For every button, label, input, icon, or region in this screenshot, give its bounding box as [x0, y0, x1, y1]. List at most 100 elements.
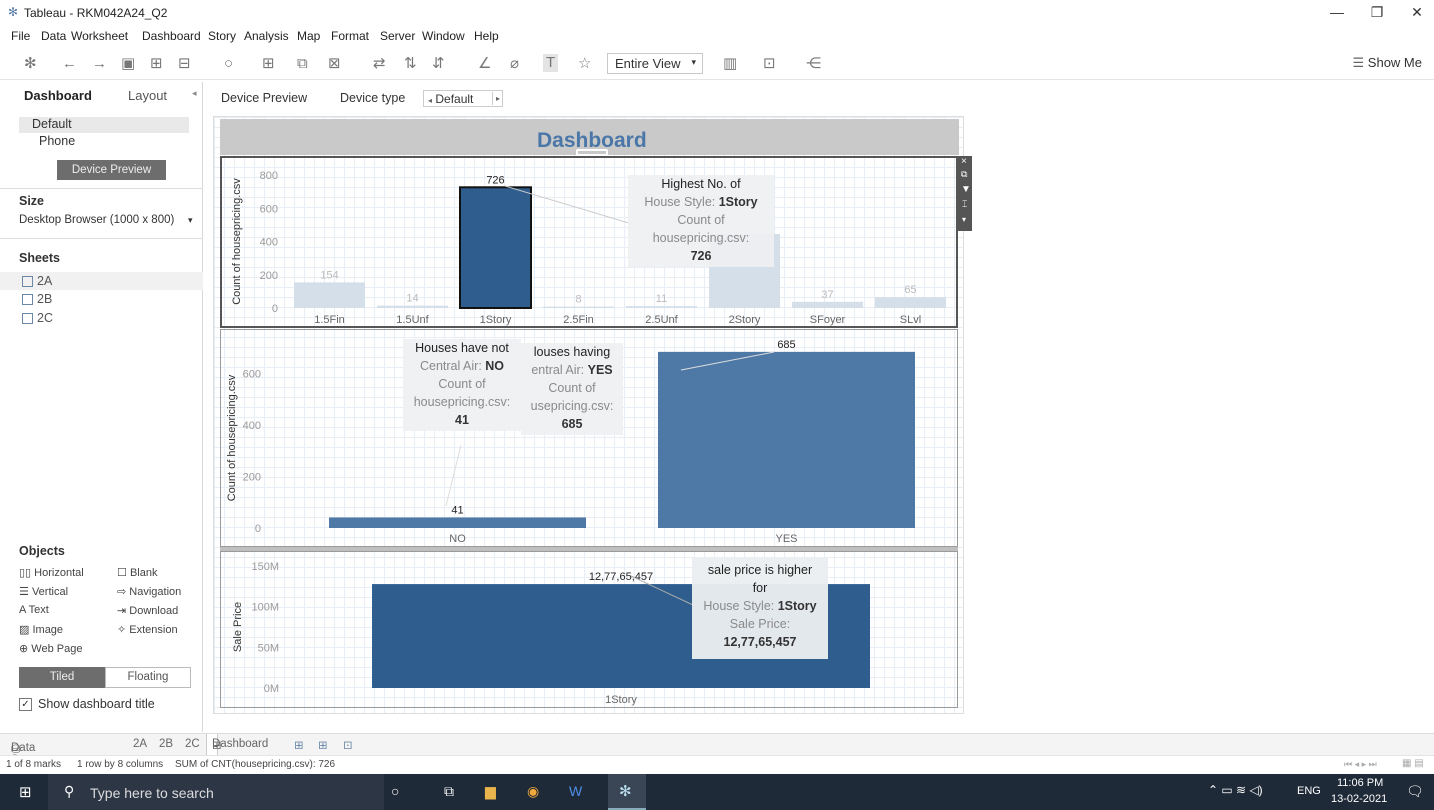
device-preview-button[interactable]: Device Preview [57, 160, 166, 180]
save-icon[interactable]: ▣ [121, 55, 135, 73]
tab-2c[interactable]: 2C [185, 738, 200, 750]
object-blank[interactable]: ☐ Blank [117, 566, 157, 579]
object-web-page[interactable]: ⊕ Web Page [19, 642, 82, 655]
tab-2b[interactable]: 2B [159, 738, 173, 750]
object-vertical[interactable]: ☰ Vertical [19, 585, 68, 598]
windows-start-icon[interactable]: ⊞ [19, 783, 32, 801]
tab-layout[interactable]: Layout [128, 88, 167, 103]
popout-icon[interactable]: ⧉ [961, 169, 967, 180]
show-title-checkbox[interactable]: ✓ [19, 698, 32, 711]
duplicate-sheet-icon[interactable]: ⧉ [297, 55, 308, 73]
fit-dropdown[interactable]: Entire View ▾ [607, 53, 703, 74]
taskbar-search-box[interactable]: ⚲ Type here to search [48, 774, 384, 810]
refresh-icon[interactable]: ○ [224, 55, 233, 73]
notification-icon[interactable]: 🗨 [1406, 783, 1424, 800]
undo-icon[interactable]: ← [62, 55, 77, 73]
menu-dashboard[interactable]: Dashboard [142, 29, 201, 43]
sheet-2c-panel[interactable]: Sale Price 150M 100M 50M 0M 1Story 12,77,65,45… [220, 551, 958, 708]
menu-analysis[interactable]: Analysis [244, 29, 289, 43]
tab-dashboard[interactable]: Dashboard [24, 88, 92, 103]
pane-collapse-icon[interactable]: ◂ [192, 88, 197, 99]
object-image[interactable]: ▨ Image [19, 623, 63, 636]
data-label: 8 [575, 294, 581, 306]
minimize-button[interactable]: — [1322, 4, 1352, 24]
group-icon[interactable]: ⌀ [510, 55, 519, 73]
tab-dashboard-active[interactable]: ⊞ Dashboard [206, 734, 268, 755]
show-me-button[interactable]: ☰ Show Me [1353, 55, 1422, 71]
object-download[interactable]: ⇥ Download [117, 604, 178, 617]
close-icon[interactable]: × [961, 156, 967, 167]
size-dropdown[interactable]: Desktop Browser (1000 x 800) [19, 214, 174, 226]
device-type-selector[interactable]: ◂ Default ▸ [423, 90, 503, 107]
device-phone-item[interactable]: Phone [39, 134, 75, 148]
sheet-item-2a[interactable]: 2A [0, 272, 203, 290]
sort-ascending-icon[interactable]: ⇅ [404, 55, 417, 73]
chevron-down-icon[interactable]: ▾ [962, 215, 966, 224]
sheet-item-2c[interactable]: 2C [22, 311, 53, 325]
pin-icon[interactable]: ⌶ [962, 199, 967, 210]
clear-sheet-icon[interactable]: ⊠ [328, 55, 341, 73]
new-worksheet-icon[interactable]: ⊞ [294, 738, 304, 752]
menu-data[interactable]: Data [41, 29, 66, 43]
menu-window[interactable]: Window [422, 29, 465, 43]
task-view-icon[interactable]: ⧉ [444, 783, 454, 800]
grid-view-icon[interactable]: ▦ ▤ [1402, 758, 1424, 769]
menu-worksheet[interactable]: Worksheet [71, 29, 128, 43]
menu-format[interactable]: Format [331, 29, 369, 43]
navigation-icon: ⇨ [117, 586, 127, 598]
resize-handle[interactable] [576, 149, 608, 156]
file-explorer-icon[interactable]: ▆ [485, 783, 496, 800]
clock-time[interactable]: 11:06 PM [1337, 777, 1383, 789]
maximize-button[interactable]: ❐ [1362, 4, 1392, 24]
object-label: Blank [129, 567, 158, 579]
presentation-mode-icon[interactable]: ⊡ [763, 55, 776, 73]
menu-server[interactable]: Server [380, 29, 415, 43]
show-cards-icon[interactable]: ▥ [723, 55, 737, 73]
menu-story[interactable]: Story [208, 29, 236, 43]
object-text[interactable]: A Text [19, 604, 49, 616]
annotation-line: Count of [548, 381, 596, 395]
swap-axes-icon[interactable]: ⇄ [373, 55, 386, 73]
new-worksheet-icon[interactable]: ⊞ [262, 55, 275, 73]
add-data-source-icon[interactable]: ⊞ [150, 55, 163, 73]
highlight-icon[interactable]: ∠ [478, 55, 491, 73]
tab-2a[interactable]: 2A [133, 738, 147, 750]
page-navigation-icon[interactable]: ⏮ ◂ ▸ ⏭ [1344, 759, 1377, 770]
menu-help[interactable]: Help [474, 29, 499, 43]
y-tick-label: 100M [251, 602, 279, 614]
sheet-item-2b[interactable]: 2B [22, 292, 52, 306]
language-indicator[interactable]: ENG [1297, 785, 1321, 797]
new-story-icon[interactable]: ⊡ [343, 738, 353, 752]
clock-date[interactable]: 13-02-2021 [1331, 793, 1387, 805]
redo-icon[interactable]: → [92, 55, 107, 73]
chrome-icon[interactable]: ◉ [527, 783, 539, 800]
panel-controls: × ⧉ ▼ ⌶ ▾ [958, 156, 972, 231]
data-label: 12,77,65,457 [589, 571, 653, 583]
device-preview-link[interactable]: Device Preview [221, 91, 307, 105]
tableau-logo-icon[interactable]: ✻ [24, 55, 37, 73]
tiled-toggle[interactable]: Tiled [19, 667, 105, 688]
word-icon[interactable]: W [569, 783, 582, 799]
sort-descending-icon[interactable]: ⇵ [432, 55, 445, 73]
filter-icon[interactable]: ▼ [961, 184, 971, 195]
y-axis-title: Count of housepricing.csv [231, 178, 243, 305]
fix-axes-icon[interactable]: ☆ [578, 55, 591, 73]
new-dashboard-icon[interactable]: ⊞ [318, 738, 328, 752]
tableau-taskbar-icon[interactable]: ✻ [608, 774, 646, 810]
floating-toggle[interactable]: Floating [105, 667, 191, 688]
cortana-icon[interactable]: ○ [391, 783, 399, 799]
sheet-2a-panel[interactable]: Count of housepricing.csv 800 600 400 200 0 1.… [220, 156, 958, 328]
object-navigation[interactable]: ⇨ Navigation [117, 585, 181, 598]
object-horizontal[interactable]: ▯▯ Horizontal [19, 566, 84, 579]
dashboard-title-bar[interactable]: Dashboard [220, 119, 959, 156]
object-extension[interactable]: ✧ Extension [117, 623, 178, 636]
show-mark-labels-icon[interactable]: T [543, 54, 559, 72]
system-tray-icons[interactable]: ⌃ ▭ ≋ ◁) [1208, 783, 1263, 797]
menu-map[interactable]: Map [297, 29, 320, 43]
share-icon[interactable]: ⋲ [806, 55, 821, 73]
pause-updates-icon[interactable]: ⊟ [178, 55, 191, 73]
menu-file[interactable]: File [11, 29, 30, 43]
device-default-item[interactable]: Default [19, 117, 189, 133]
close-button[interactable]: ✕ [1402, 4, 1432, 24]
x-category-label: 1.5Fin [314, 314, 345, 326]
